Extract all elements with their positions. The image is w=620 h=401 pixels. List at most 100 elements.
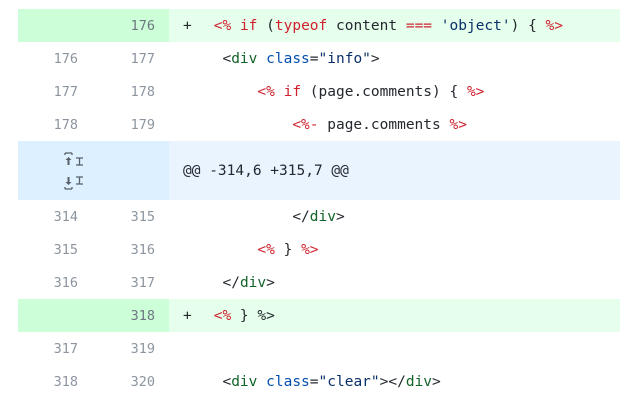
new-line-number[interactable]: 318	[93, 299, 169, 332]
code-token: content	[327, 17, 406, 34]
code-line: <% if (page.comments) { %>	[169, 75, 620, 108]
code-token: <	[222, 373, 232, 390]
code-line: < div class = "info" >	[169, 42, 620, 75]
code-token: class	[266, 50, 310, 67]
diff-view: 176 + <% if (typeof content === 'object')…	[18, 9, 620, 398]
code-token: <%	[213, 307, 232, 324]
code-token: %>	[449, 116, 467, 133]
old-line-number[interactable]	[18, 299, 93, 332]
code-token: (page.comments) {	[301, 83, 467, 100]
old-line-number[interactable]: 315	[18, 233, 93, 266]
code-token: <%	[257, 241, 275, 258]
new-line-number[interactable]: 179	[93, 108, 169, 141]
code-token: page.comments	[318, 116, 450, 133]
diff-sign: +	[183, 307, 192, 324]
old-line-number[interactable]	[18, 9, 93, 42]
code-token: %>	[301, 241, 319, 258]
code-token: ) {	[510, 17, 546, 34]
old-line-number[interactable]: 176	[18, 42, 93, 75]
code-token: >	[266, 274, 275, 291]
code-token: typeof	[274, 17, 328, 34]
old-line-number[interactable]: 178	[18, 108, 93, 141]
new-line-number[interactable]: 316	[93, 233, 169, 266]
expand-down-icon[interactable]	[63, 175, 85, 190]
old-line-number[interactable]: 318	[18, 365, 93, 398]
context-line-row: 315 316 <% } %>	[18, 233, 620, 266]
code-token: 'object'	[440, 17, 511, 34]
added-line-row: 176 + <% if (typeof content === 'object')…	[18, 9, 620, 42]
code-line: <%- page.comments %>	[169, 108, 620, 141]
new-line-number[interactable]: 319	[93, 332, 169, 365]
new-line-number[interactable]: 315	[93, 200, 169, 233]
code-line: + <% if (typeof content === 'object') { …	[169, 9, 620, 42]
code-token: %>	[545, 17, 564, 34]
code-line: </div >	[169, 200, 620, 233]
expand-up-icon[interactable]	[63, 151, 85, 166]
code-token: div	[239, 274, 267, 291]
code-token: } %>	[231, 307, 275, 324]
code-token: div	[309, 208, 336, 225]
code-token: >	[432, 373, 441, 390]
new-line-number[interactable]: 176	[93, 9, 169, 42]
context-line-row: 178 179 <%- page.comments %>	[18, 108, 620, 141]
code-token: =	[309, 373, 319, 390]
context-line-row: 177 178 <% if (page.comments) { %>	[18, 75, 620, 108]
code-token: (	[257, 17, 275, 34]
hunk-header-text: @@ -314,6 +315,7 @@	[169, 141, 620, 200]
code-token: %>	[466, 83, 485, 100]
new-line-number[interactable]: 177	[93, 42, 169, 75]
code-token: "info"	[318, 50, 371, 67]
context-line-row: 314 315 </div >	[18, 200, 620, 233]
code-token: div	[405, 373, 433, 390]
old-line-number[interactable]: 177	[18, 75, 93, 108]
code-token: }	[274, 241, 302, 258]
code-token: div	[231, 373, 258, 390]
code-token: <%-	[292, 116, 319, 133]
code-token: "clear"	[318, 373, 380, 390]
context-line-row: 316 317 </div >	[18, 266, 620, 299]
code-token: class	[266, 373, 310, 390]
old-line-number[interactable]: 317	[18, 332, 93, 365]
new-line-number[interactable]: 178	[93, 75, 169, 108]
code-token: <%	[213, 17, 232, 34]
code-line: <% } %>	[169, 233, 620, 266]
new-line-number[interactable]: 320	[93, 365, 169, 398]
new-line-number[interactable]: 317	[93, 266, 169, 299]
code-token: <%	[257, 83, 275, 100]
code-line: + <% } %>	[169, 299, 620, 332]
code-token: div	[231, 50, 258, 67]
context-line-row: 176 177 < div class = "info" >	[18, 42, 620, 75]
code-token: </	[222, 274, 240, 291]
code-token: >	[335, 208, 345, 225]
code-token: >	[370, 50, 380, 67]
code-token: ></	[379, 373, 406, 390]
old-line-number[interactable]: 314	[18, 200, 93, 233]
added-line-row: 318 + <% } %>	[18, 299, 620, 332]
code-line: < div class = "clear" ></div >	[169, 365, 620, 398]
code-token: </	[292, 208, 310, 225]
hunk-header-row: @@ -314,6 +315,7 @@	[18, 141, 620, 200]
code-line: </div >	[169, 266, 620, 299]
diff-sign: +	[183, 17, 192, 34]
code-token: @@ -314,6 +315,7 @@	[183, 162, 349, 179]
code-token: <	[222, 50, 232, 67]
code-token: if	[283, 83, 302, 100]
old-line-number[interactable]: 316	[18, 266, 93, 299]
code-token: if	[239, 17, 258, 34]
context-line-row: 317 319	[18, 332, 620, 365]
code-token: ===	[405, 17, 433, 34]
